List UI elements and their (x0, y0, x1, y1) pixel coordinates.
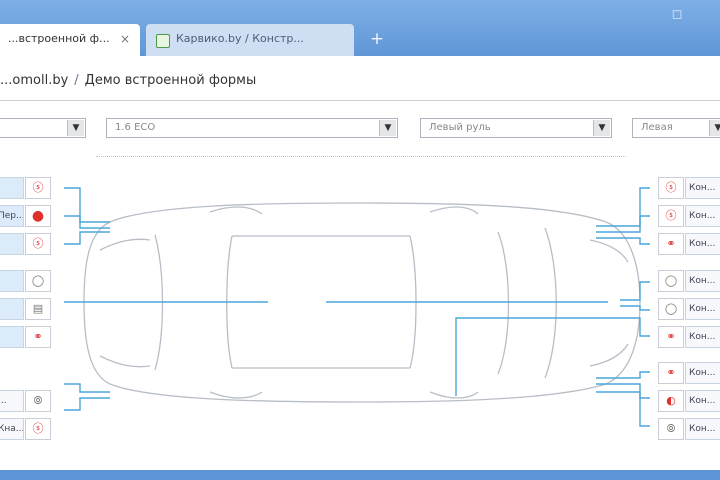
component-label[interactable] (0, 270, 24, 292)
ring-icon[interactable]: ◯ (25, 270, 51, 292)
sensor-icon[interactable]: ⓢ (658, 177, 684, 199)
left-component-row[interactable]: ▤ (0, 298, 62, 320)
car-wiring-diagram (64, 187, 650, 427)
component-label[interactable] (0, 326, 24, 348)
right-component-row[interactable]: ⚭ Кон... (658, 326, 720, 348)
component-label[interactable]: Кон... (685, 326, 720, 348)
window-bottom-border (0, 470, 720, 480)
connector-lines (64, 187, 650, 427)
sensor-icon[interactable]: ⓢ (25, 177, 51, 199)
right-component-row[interactable]: ⓢ Кон... (658, 205, 720, 227)
ring-icon[interactable]: ◯ (658, 298, 684, 320)
pair-icon[interactable]: ⚭ (658, 233, 684, 255)
left-component-row[interactable]: ◯ (0, 270, 62, 292)
left-component-row[interactable]: ⚭ (0, 326, 62, 348)
right-component-row[interactable]: ◐ Кон... (658, 390, 720, 412)
component-label[interactable]: Кон... (685, 390, 720, 412)
right-component-row[interactable]: ⓢ Кон... (658, 177, 720, 199)
pair-icon[interactable]: ⚭ (658, 326, 684, 348)
right-component-row[interactable]: ◯ Кон... (658, 298, 720, 320)
left-component-row[interactable]: Кна... ⓢ (0, 418, 62, 440)
component-label[interactable] (0, 298, 24, 320)
component-label[interactable]: Кон... (685, 298, 720, 320)
component-label[interactable]: Кон... (685, 418, 720, 440)
component-label[interactable]: ... (0, 390, 24, 412)
left-component-row[interactable]: ... ⦾ (0, 390, 62, 412)
component-label[interactable] (0, 177, 24, 199)
component-label[interactable]: Кон... (685, 233, 720, 255)
ring-icon[interactable]: ◯ (658, 270, 684, 292)
component-label[interactable]: Кон... (685, 205, 720, 227)
right-component-row[interactable]: ⚭ Кон... (658, 362, 720, 384)
component-label[interactable]: Кон... (685, 270, 720, 292)
component-label[interactable] (0, 233, 24, 255)
right-component-row[interactable]: ⦾ Кон... (658, 418, 720, 440)
sensor-filled-icon[interactable]: ◐ (658, 390, 684, 412)
left-component-row[interactable]: ⓢ (0, 177, 62, 199)
component-label[interactable]: Кна... (0, 418, 24, 440)
pair-icon[interactable]: ⚭ (25, 326, 51, 348)
sensor-filled-icon[interactable]: ● (25, 205, 51, 227)
right-component-row[interactable]: ◯ Кон... (658, 270, 720, 292)
sensor-icon[interactable]: ⓢ (658, 205, 684, 227)
dual-icon[interactable]: ⦾ (25, 390, 51, 412)
component-label[interactable]: Кон... (685, 362, 720, 384)
dual-icon[interactable]: ⦾ (658, 418, 684, 440)
left-component-row[interactable]: ⓢ (0, 233, 62, 255)
sensor-icon[interactable]: ⓢ (25, 233, 51, 255)
component-label[interactable]: Кон... (685, 177, 720, 199)
component-label[interactable]: Пер... (0, 205, 24, 227)
grille-icon[interactable]: ▤ (25, 298, 51, 320)
sensor-icon[interactable]: ⓢ (25, 418, 51, 440)
pair-icon[interactable]: ⚭ (658, 362, 684, 384)
left-component-row[interactable]: Пер... ● (0, 205, 62, 227)
right-component-row[interactable]: ⚭ Кон... (658, 233, 720, 255)
